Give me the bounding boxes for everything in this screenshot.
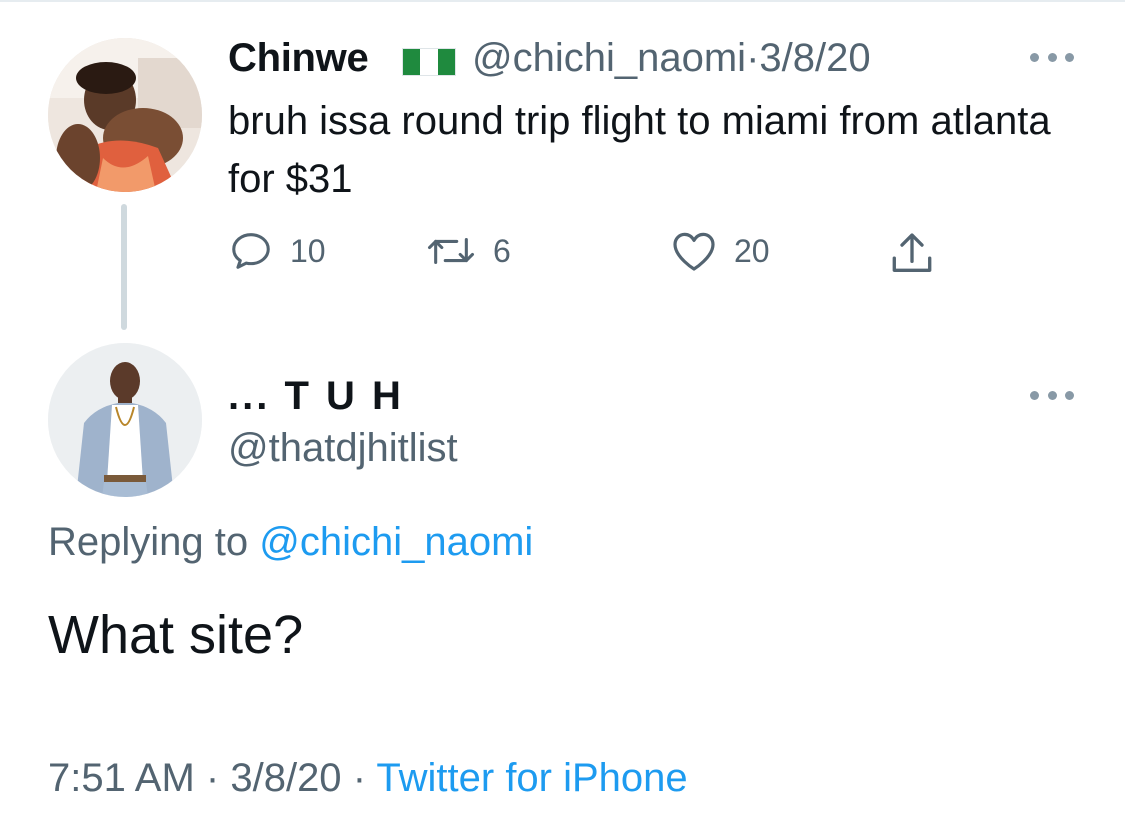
parent-more-options-icon[interactable] <box>1030 48 1074 66</box>
parent-display-name[interactable]: Chinwe <box>228 36 369 81</box>
parent-separator: · <box>746 36 760 80</box>
tweet-time[interactable]: 7:51 AM <box>48 756 195 800</box>
reply-count: 10 <box>290 232 326 269</box>
meta-separator-2: · <box>352 756 367 800</box>
avatar-tuh[interactable] <box>48 343 202 497</box>
reply-display-name[interactable]: ... T U H <box>228 374 404 419</box>
tweet-date[interactable]: 3/8/20 <box>230 756 341 800</box>
avatar-tuh-image <box>48 343 202 497</box>
reply-tweet-text: What site? <box>48 605 304 665</box>
avatar-chinwe[interactable] <box>48 38 202 192</box>
reply-button[interactable]: 10 <box>228 228 326 274</box>
like-count: 20 <box>734 232 770 269</box>
share-icon <box>892 233 932 272</box>
reply-more-options-icon[interactable] <box>1030 386 1074 404</box>
parent-handle[interactable]: @chichi_naomi <box>472 36 746 80</box>
meta-separator-1: · <box>205 756 220 800</box>
parent-handle-date[interactable]: @chichi_naomi·3/8/20 <box>472 36 871 81</box>
like-button[interactable]: 20 <box>670 228 770 274</box>
parent-tweet-text: bruh issa round trip flight to miami fro… <box>228 99 1051 201</box>
replying-to-line: Replying to @chichi_naomi <box>48 520 533 565</box>
tweet-client-link[interactable]: Twitter for iPhone <box>376 756 687 800</box>
avatar-chinwe-image <box>48 38 202 192</box>
thread-connector-line <box>121 204 127 330</box>
heart-icon <box>673 232 715 271</box>
replying-to-label: Replying to <box>48 520 249 564</box>
top-divider <box>0 0 1125 2</box>
reply-icon <box>232 233 270 269</box>
parent-date[interactable]: 3/8/20 <box>759 36 870 80</box>
nigeria-flag-icon <box>402 48 456 76</box>
tweet-meta: 7:51 AM · 3/8/20 · Twitter for iPhone <box>48 756 688 801</box>
retweet-count: 6 <box>493 232 511 269</box>
retweet-button[interactable]: 6 <box>425 228 511 274</box>
reply-handle[interactable]: @thatdjhitlist <box>228 426 458 471</box>
share-button[interactable] <box>886 228 938 278</box>
retweet-icon <box>427 237 474 265</box>
replying-to-mention[interactable]: @chichi_naomi <box>259 520 533 564</box>
